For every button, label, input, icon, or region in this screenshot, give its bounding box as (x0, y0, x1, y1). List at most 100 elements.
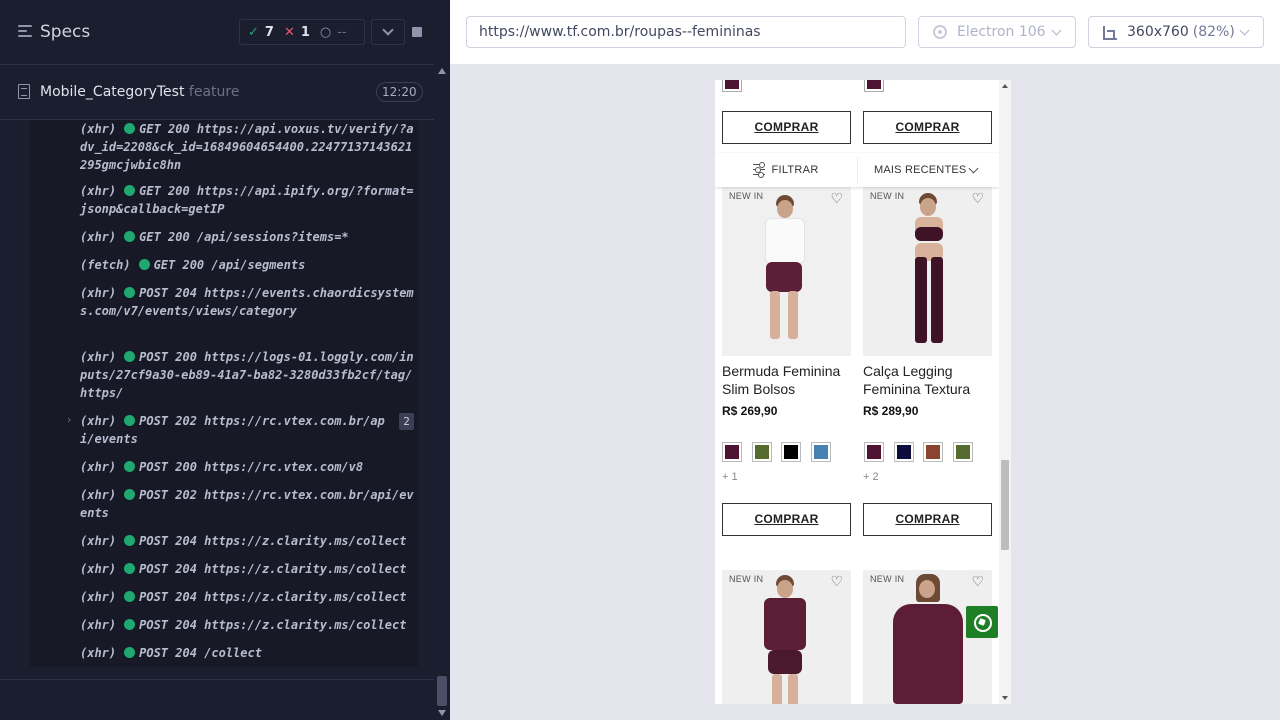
sort-dropdown[interactable]: MAIS RECENTES (874, 153, 966, 187)
log-entry[interactable]: (xhr) POST 200 https://logs-01.loggly.com… (80, 348, 416, 402)
passed-count: 7 (264, 24, 274, 40)
scroll-thumb[interactable] (437, 676, 447, 706)
status-dot-icon (124, 489, 136, 500)
figure-head (777, 200, 793, 218)
test-runner-panel: Specs ✓ 7 ✕ 1 ○ -- Mobile_CategoryTest f… (0, 0, 450, 720)
color-swatch[interactable] (722, 80, 742, 92)
header-divider (0, 64, 434, 65)
log-type: (xhr) (80, 122, 117, 136)
more-colors[interactable]: + 2 (863, 471, 879, 483)
status-dot-icon (124, 231, 136, 242)
buy-button[interactable]: COMPRAR (722, 503, 851, 536)
spec-ext-text: feature (184, 84, 240, 100)
scroll-thumb[interactable] (1001, 460, 1009, 550)
log-type: (xhr) (80, 460, 117, 474)
status-dot-icon (124, 591, 136, 602)
status-dot-icon (124, 123, 136, 134)
scroll-up-icon[interactable] (438, 68, 446, 74)
heart-icon[interactable]: ♡ (830, 191, 843, 205)
swatch-color (867, 445, 881, 459)
command-log-scrollbar[interactable] (434, 64, 450, 720)
color-swatch[interactable] (864, 80, 884, 92)
viewport-selector[interactable]: 360x760 (82%) (1088, 16, 1264, 48)
swatch-color (755, 445, 769, 459)
buy-button[interactable]: COMPRAR (863, 111, 992, 144)
log-type: (xhr) (80, 286, 117, 300)
product-name[interactable]: Bermuda Feminina Slim Bolsos (722, 362, 852, 398)
scroll-down-icon[interactable] (438, 710, 446, 716)
log-entry[interactable]: (xhr) POST 204 https://z.clarity.ms/colle… (80, 560, 416, 578)
scroll-down-icon[interactable] (1002, 696, 1008, 700)
log-entry[interactable]: (xhr) GET 200 /api/sessions?items=* (80, 228, 416, 246)
color-swatch[interactable] (864, 442, 884, 462)
filter-sort-bar: FILTRAR MAIS RECENTES (715, 153, 999, 187)
log-type: (xhr) (80, 534, 117, 548)
product-image[interactable]: NEW IN ♡ (863, 187, 992, 356)
log-entry[interactable]: (xhr) POST 202 https://rc.vtex.com.br/api… (80, 412, 398, 448)
buy-button[interactable]: COMPRAR (863, 503, 992, 536)
log-type: (xhr) (80, 590, 117, 604)
status-dot-icon (124, 185, 136, 196)
log-entry[interactable]: (xhr) GET 200 https://api.ipify.org/?form… (80, 182, 416, 218)
product-image[interactable]: NEW IN ♡ (722, 570, 851, 704)
log-entry[interactable]: (xhr) POST 204 https://z.clarity.ms/colle… (80, 616, 416, 634)
color-swatch[interactable] (894, 442, 914, 462)
color-swatch[interactable] (811, 442, 831, 462)
check-icon: ✓ (248, 24, 259, 40)
expand-arrow-icon[interactable]: › (67, 413, 71, 426)
x-icon: ✕ (283, 24, 295, 40)
status-dot-icon (124, 647, 136, 658)
log-entry[interactable]: (xhr) GET 200 https://api.voxus.tv/verify… (80, 120, 416, 174)
color-swatch[interactable] (781, 442, 801, 462)
log-entry[interactable]: (xhr) POST 204 https://events.chaordicsys… (80, 284, 416, 320)
status-dot-icon (124, 351, 136, 362)
chevron-down-icon[interactable] (968, 163, 979, 174)
color-swatch[interactable] (722, 442, 742, 462)
color-swatch[interactable] (752, 442, 772, 462)
whatsapp-icon[interactable] (966, 606, 998, 638)
buy-button[interactable]: COMPRAR (722, 111, 851, 144)
more-colors[interactable]: + 1 (722, 471, 738, 483)
log-entry[interactable]: (xhr) POST 204 /collect (80, 644, 416, 662)
stop-button[interactable] (400, 19, 434, 45)
chevron-down-icon (1051, 25, 1062, 36)
command-log: (xhr) GET 200 https://api.voxus.tv/verify… (30, 120, 418, 667)
new-in-badge: NEW IN (870, 574, 905, 584)
log-entry[interactable]: (xhr) POST 204 https://z.clarity.ms/colle… (80, 532, 416, 550)
log-type: (fetch) (80, 258, 131, 272)
status-dot-icon (124, 415, 136, 426)
figure-head (919, 580, 935, 598)
figure-shirt (765, 218, 805, 264)
log-entry[interactable]: (xhr) POST 202 https://rc.vtex.com.br/api… (80, 486, 416, 522)
heart-icon[interactable]: ♡ (830, 574, 843, 588)
color-swatch[interactable] (923, 442, 943, 462)
product-image[interactable]: NEW IN ♡ (722, 187, 851, 356)
specs-title[interactable]: Specs (40, 22, 90, 42)
stop-icon (412, 27, 422, 37)
browser-selector[interactable]: Electron 106 (918, 16, 1076, 48)
figure-shorts (768, 650, 802, 674)
scroll-up-icon[interactable] (1002, 84, 1008, 88)
log-entry[interactable]: (xhr) POST 200 https://rc.vtex.com/v8 (80, 458, 416, 476)
color-swatch[interactable] (953, 442, 973, 462)
log-type: (xhr) (80, 488, 117, 502)
viewport-zoom: (82%) (1192, 24, 1235, 40)
filter-divider (857, 157, 858, 183)
log-type: (xhr) (80, 184, 117, 198)
browser-icon (933, 25, 947, 39)
swatch-color (897, 445, 911, 459)
browser-label: Electron 106 (957, 24, 1046, 40)
heart-icon[interactable]: ♡ (971, 191, 984, 205)
log-entry[interactable]: (xhr) POST 204 https://z.clarity.ms/colle… (80, 588, 416, 606)
preview-scrollbar[interactable] (999, 80, 1011, 704)
product-name[interactable]: Calça Legging Feminina Textura (863, 362, 993, 398)
log-entry[interactable]: (fetch) GET 200 /api/segments (80, 256, 416, 274)
product-price: R$ 269,90 (722, 404, 778, 418)
pending-count: -- (337, 24, 347, 40)
filter-button[interactable]: FILTRAR (715, 153, 855, 187)
spec-file-row[interactable]: Mobile_CategoryTest feature 12:20 (0, 72, 434, 112)
specs-list-icon[interactable] (18, 25, 32, 38)
log-text: GET 200 /api/segments (153, 258, 306, 272)
heart-icon[interactable]: ♡ (971, 574, 984, 588)
url-field[interactable]: https://www.tf.com.br/roupas--femininas (466, 16, 906, 48)
